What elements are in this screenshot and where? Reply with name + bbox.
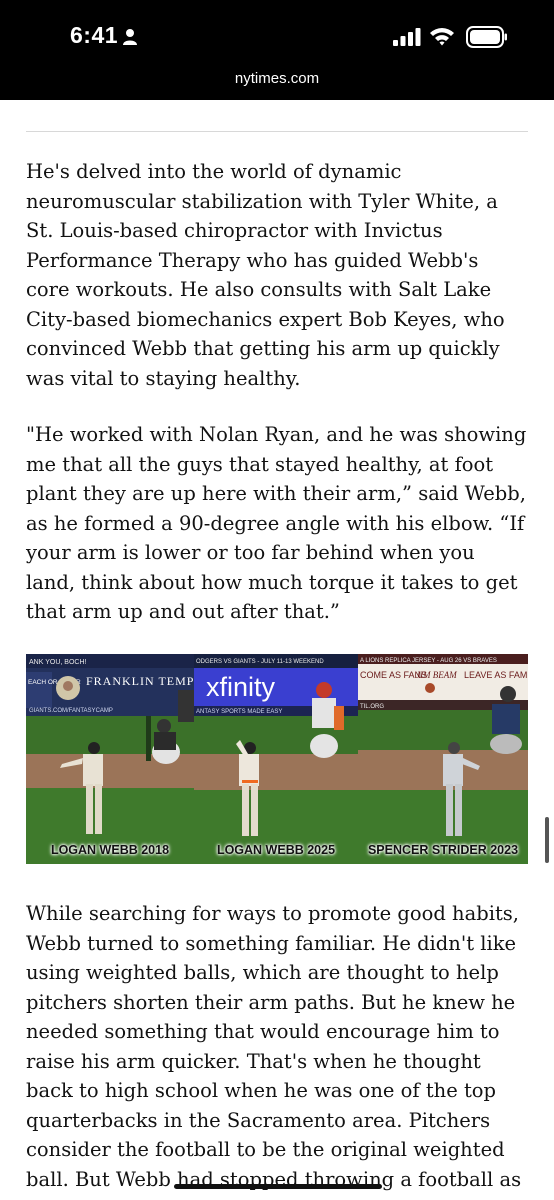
xfinity-logo: xfinity [206,672,276,702]
article-paragraph: He's delved into the world of dynamic ne… [26,157,528,393]
signage-text: ANK YOU, BOCH! [29,659,86,666]
jim-beam-logo: JIM BEAM [416,670,457,680]
home-indicator[interactable] [174,1184,382,1189]
person-icon [123,29,137,45]
jim-beam-emblem-icon [425,683,435,693]
article-paragraph: "He worked with Nolan Ryan, and he was s… [26,420,528,627]
panel-scene: ODGERS VS GIANTS - JULY 11-13 WEEKEND xf… [194,654,358,864]
status-time: 6:41 [70,22,119,48]
battery-icon [466,26,507,48]
franklin-templeton-logo: FRANKLIN TEMPLETON [86,674,194,688]
signage-text: A LIONS REPLICA JERSEY - AUG 26 VS BRAVE… [360,658,497,664]
signage-text: TIL.ORG [360,704,384,710]
paragraph-text: "He worked with Nolan Ryan, and he was s… [26,423,527,623]
panel-scene: ANK YOU, BOCH! EACH OR ETTER FRANKLIN TE… [26,654,194,864]
url-label[interactable]: nytimes.com [0,70,554,87]
wifi-icon [430,28,454,46]
paragraph-text: He's delved into the world of dynamic ne… [26,160,505,390]
paragraph-text: While searching for ways to promote good… [26,902,522,1191]
cellular-signal-icon [393,28,421,46]
photo-panel: A LIONS REPLICA JERSEY - AUG 26 VS BRAVE… [358,654,528,864]
signage-text: ANTASY SPORTS MADE EASY [196,709,282,715]
photo-caption: SPENCER STRIDER 2023 [367,843,519,857]
photo-caption: LOGAN WEBB 2025 [216,843,336,857]
scrollbar-thumb[interactable] [545,817,549,863]
photo-panel: ANK YOU, BOCH! EACH OR ETTER FRANKLIN TE… [26,654,194,864]
signage-text: GIANTS.COM/FANTASYCAMP [29,708,113,714]
divider [26,131,528,132]
signage-text: ODGERS VS GIANTS - JULY 11-13 WEEKEND [196,659,324,665]
article-paragraph: While searching for ways to promote good… [26,899,528,1194]
panel-scene: A LIONS REPLICA JERSEY - AUG 26 VS BRAVE… [358,654,528,864]
signage-text: LEAVE AS FAMILY [464,670,528,680]
photo-panel: ODGERS VS GIANTS - JULY 11-13 WEEKEND xf… [194,654,358,864]
status-bar: 6:41 nytimes.com [0,0,554,100]
photo-caption: LOGAN WEBB 2018 [50,843,170,857]
article-photo[interactable]: ANK YOU, BOCH! EACH OR ETTER FRANKLIN TE… [26,654,528,864]
